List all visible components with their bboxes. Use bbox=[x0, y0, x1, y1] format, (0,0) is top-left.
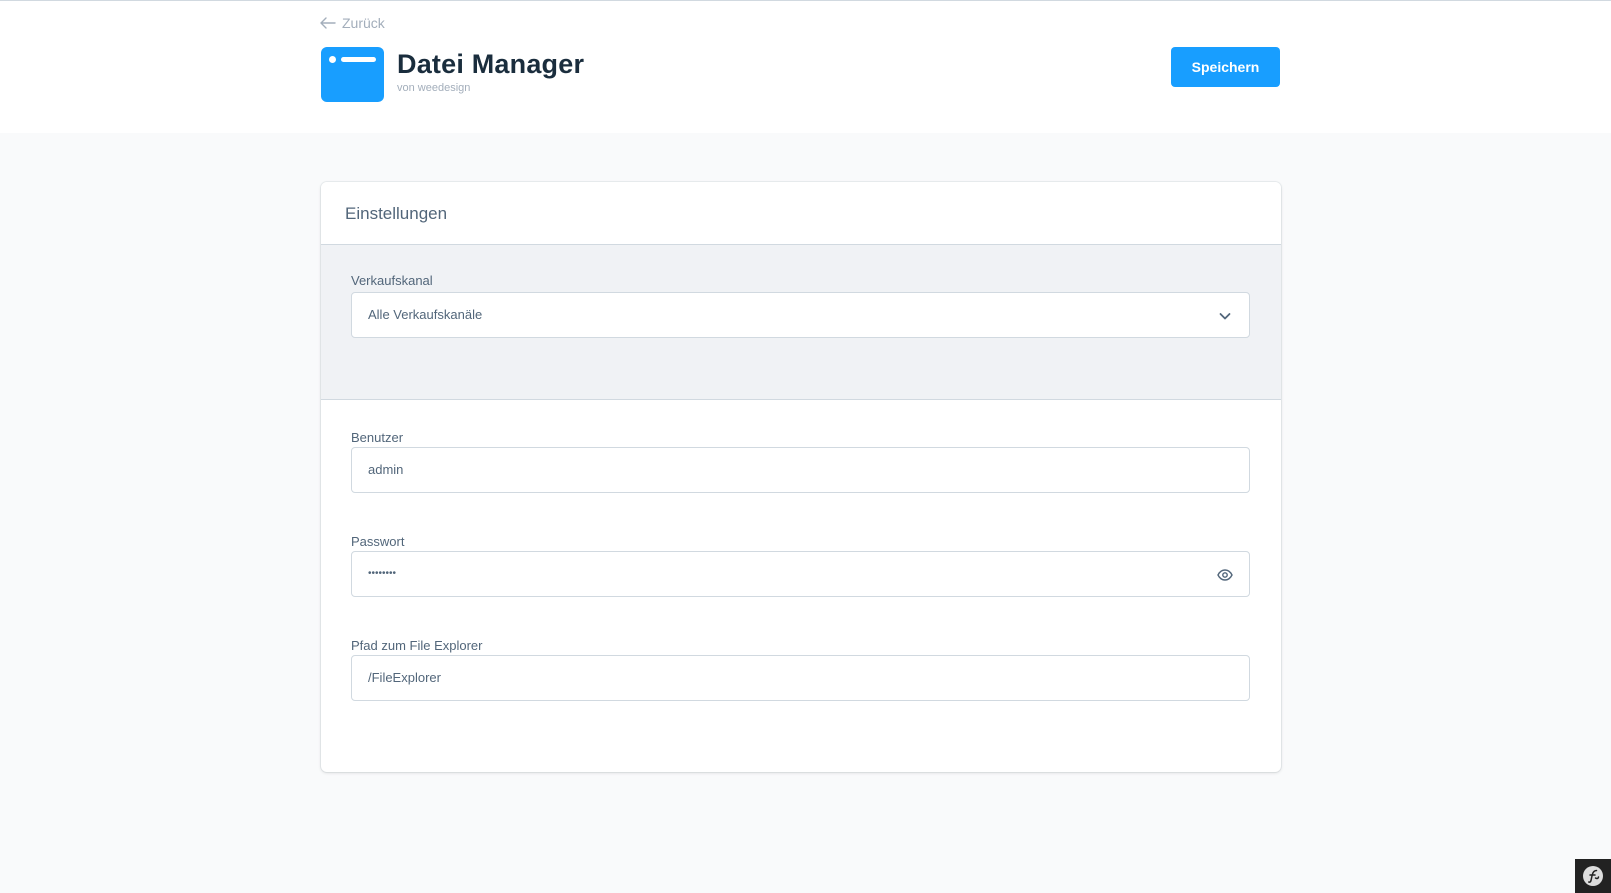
save-button[interactable]: Speichern bbox=[1171, 47, 1280, 87]
arrow-left-icon bbox=[320, 17, 336, 29]
card-title: Einstellungen bbox=[345, 204, 448, 223]
symfony-icon[interactable] bbox=[1575, 859, 1611, 893]
page-title: Datei Manager bbox=[397, 49, 585, 79]
eye-icon[interactable] bbox=[1217, 567, 1233, 583]
window-icon bbox=[321, 47, 384, 102]
page-header: Zurück Datei Manager von weedesign Speic… bbox=[0, 1, 1611, 133]
user-label: Benutzer bbox=[351, 430, 404, 445]
path-field[interactable]: /FileExplorer bbox=[351, 655, 1250, 701]
back-link[interactable]: Zurück bbox=[320, 13, 385, 33]
path-label: Pfad zum File Explorer bbox=[351, 638, 483, 653]
user-value: admin bbox=[368, 462, 404, 477]
back-label: Zurück bbox=[342, 15, 385, 31]
password-field[interactable]: •••••••• bbox=[351, 551, 1250, 597]
user-field[interactable]: admin bbox=[351, 447, 1250, 493]
settings-card: Einstellungen Verkaufskanal Alle Verkauf… bbox=[321, 182, 1281, 772]
sales-channel-value: Alle Verkaufskanäle bbox=[368, 307, 483, 322]
symfony-logo bbox=[1583, 866, 1603, 886]
sales-channel-label: Verkaufskanal bbox=[351, 273, 433, 288]
password-label: Passwort bbox=[351, 534, 405, 549]
sales-channel-section: Verkaufskanal Alle Verkaufskanäle bbox=[321, 245, 1281, 400]
app-vendor: von weedesign bbox=[397, 82, 471, 94]
password-value: •••••••• bbox=[368, 568, 397, 579]
sales-channel-select[interactable]: Alle Verkaufskanäle bbox=[351, 292, 1250, 338]
chevron-down-icon bbox=[1219, 313, 1231, 320]
card-header: Einstellungen bbox=[321, 182, 1281, 245]
path-value: /FileExplorer bbox=[368, 670, 441, 685]
